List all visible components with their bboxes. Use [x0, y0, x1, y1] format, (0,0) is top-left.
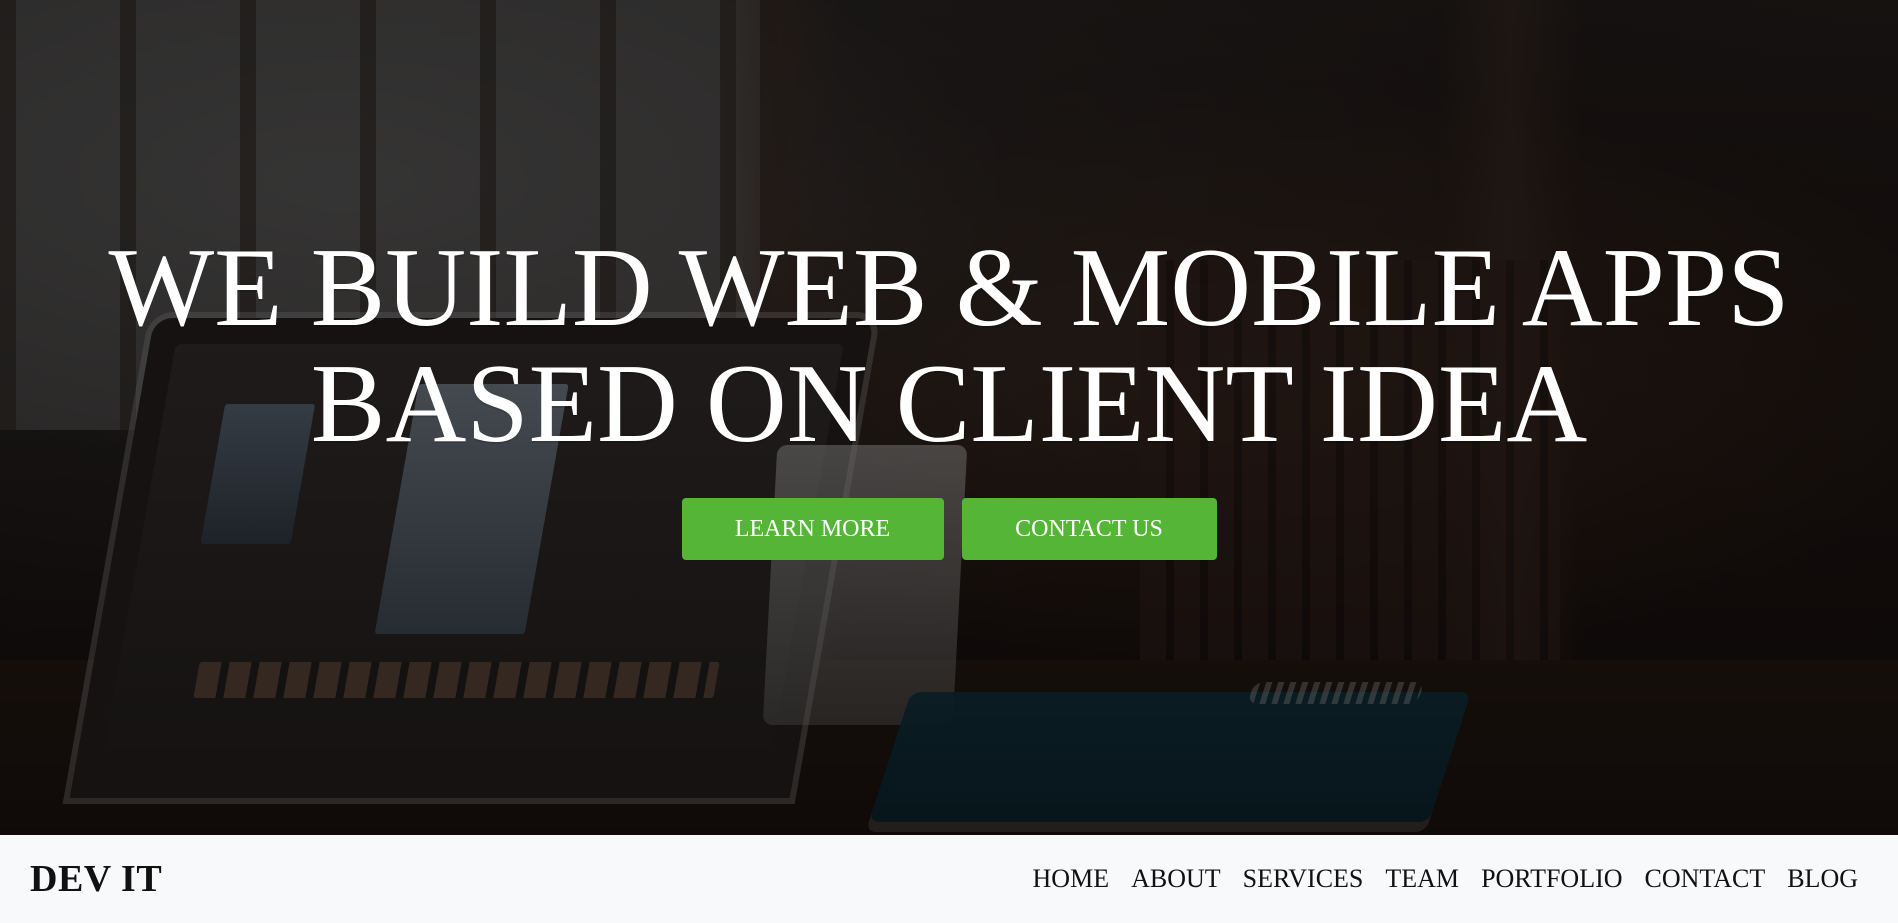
nav-links: HOME ABOUT SERVICES TEAM PORTFOLIO CONTA… [1033, 866, 1858, 892]
nav-contact-link[interactable]: CONTACT [1645, 866, 1766, 892]
nav-about-link[interactable]: ABOUT [1131, 866, 1221, 892]
nav-services-link[interactable]: SERVICES [1243, 866, 1364, 892]
hero-content: WE BUILD WEB & MOBILE APPS BASED ON CLIE… [0, 230, 1898, 560]
learn-more-button[interactable]: LEARN MORE [681, 498, 944, 560]
nav-blog-link[interactable]: BLOG [1787, 866, 1858, 892]
hero-title: WE BUILD WEB & MOBILE APPS BASED ON CLIE… [0, 230, 1898, 462]
hero-title-line-1: WE BUILD WEB & MOBILE APPS [108, 226, 1790, 350]
nav-team-link[interactable]: TEAM [1385, 866, 1459, 892]
nav-portfolio-link[interactable]: PORTFOLIO [1481, 866, 1622, 892]
hero-buttons: LEARN MORE CONTACT US [681, 498, 1217, 560]
hero-section: WE BUILD WEB & MOBILE APPS BASED ON CLIE… [0, 0, 1898, 835]
brand-logo-text[interactable]: DEV IT [30, 857, 162, 901]
nav-home-link[interactable]: HOME [1033, 866, 1110, 892]
hero-title-line-2: BASED ON CLIENT IDEA [310, 342, 1588, 466]
contact-us-button[interactable]: CONTACT US [961, 498, 1217, 560]
bottom-navbar: DEV IT HOME ABOUT SERVICES TEAM PORTFOLI… [0, 835, 1898, 923]
